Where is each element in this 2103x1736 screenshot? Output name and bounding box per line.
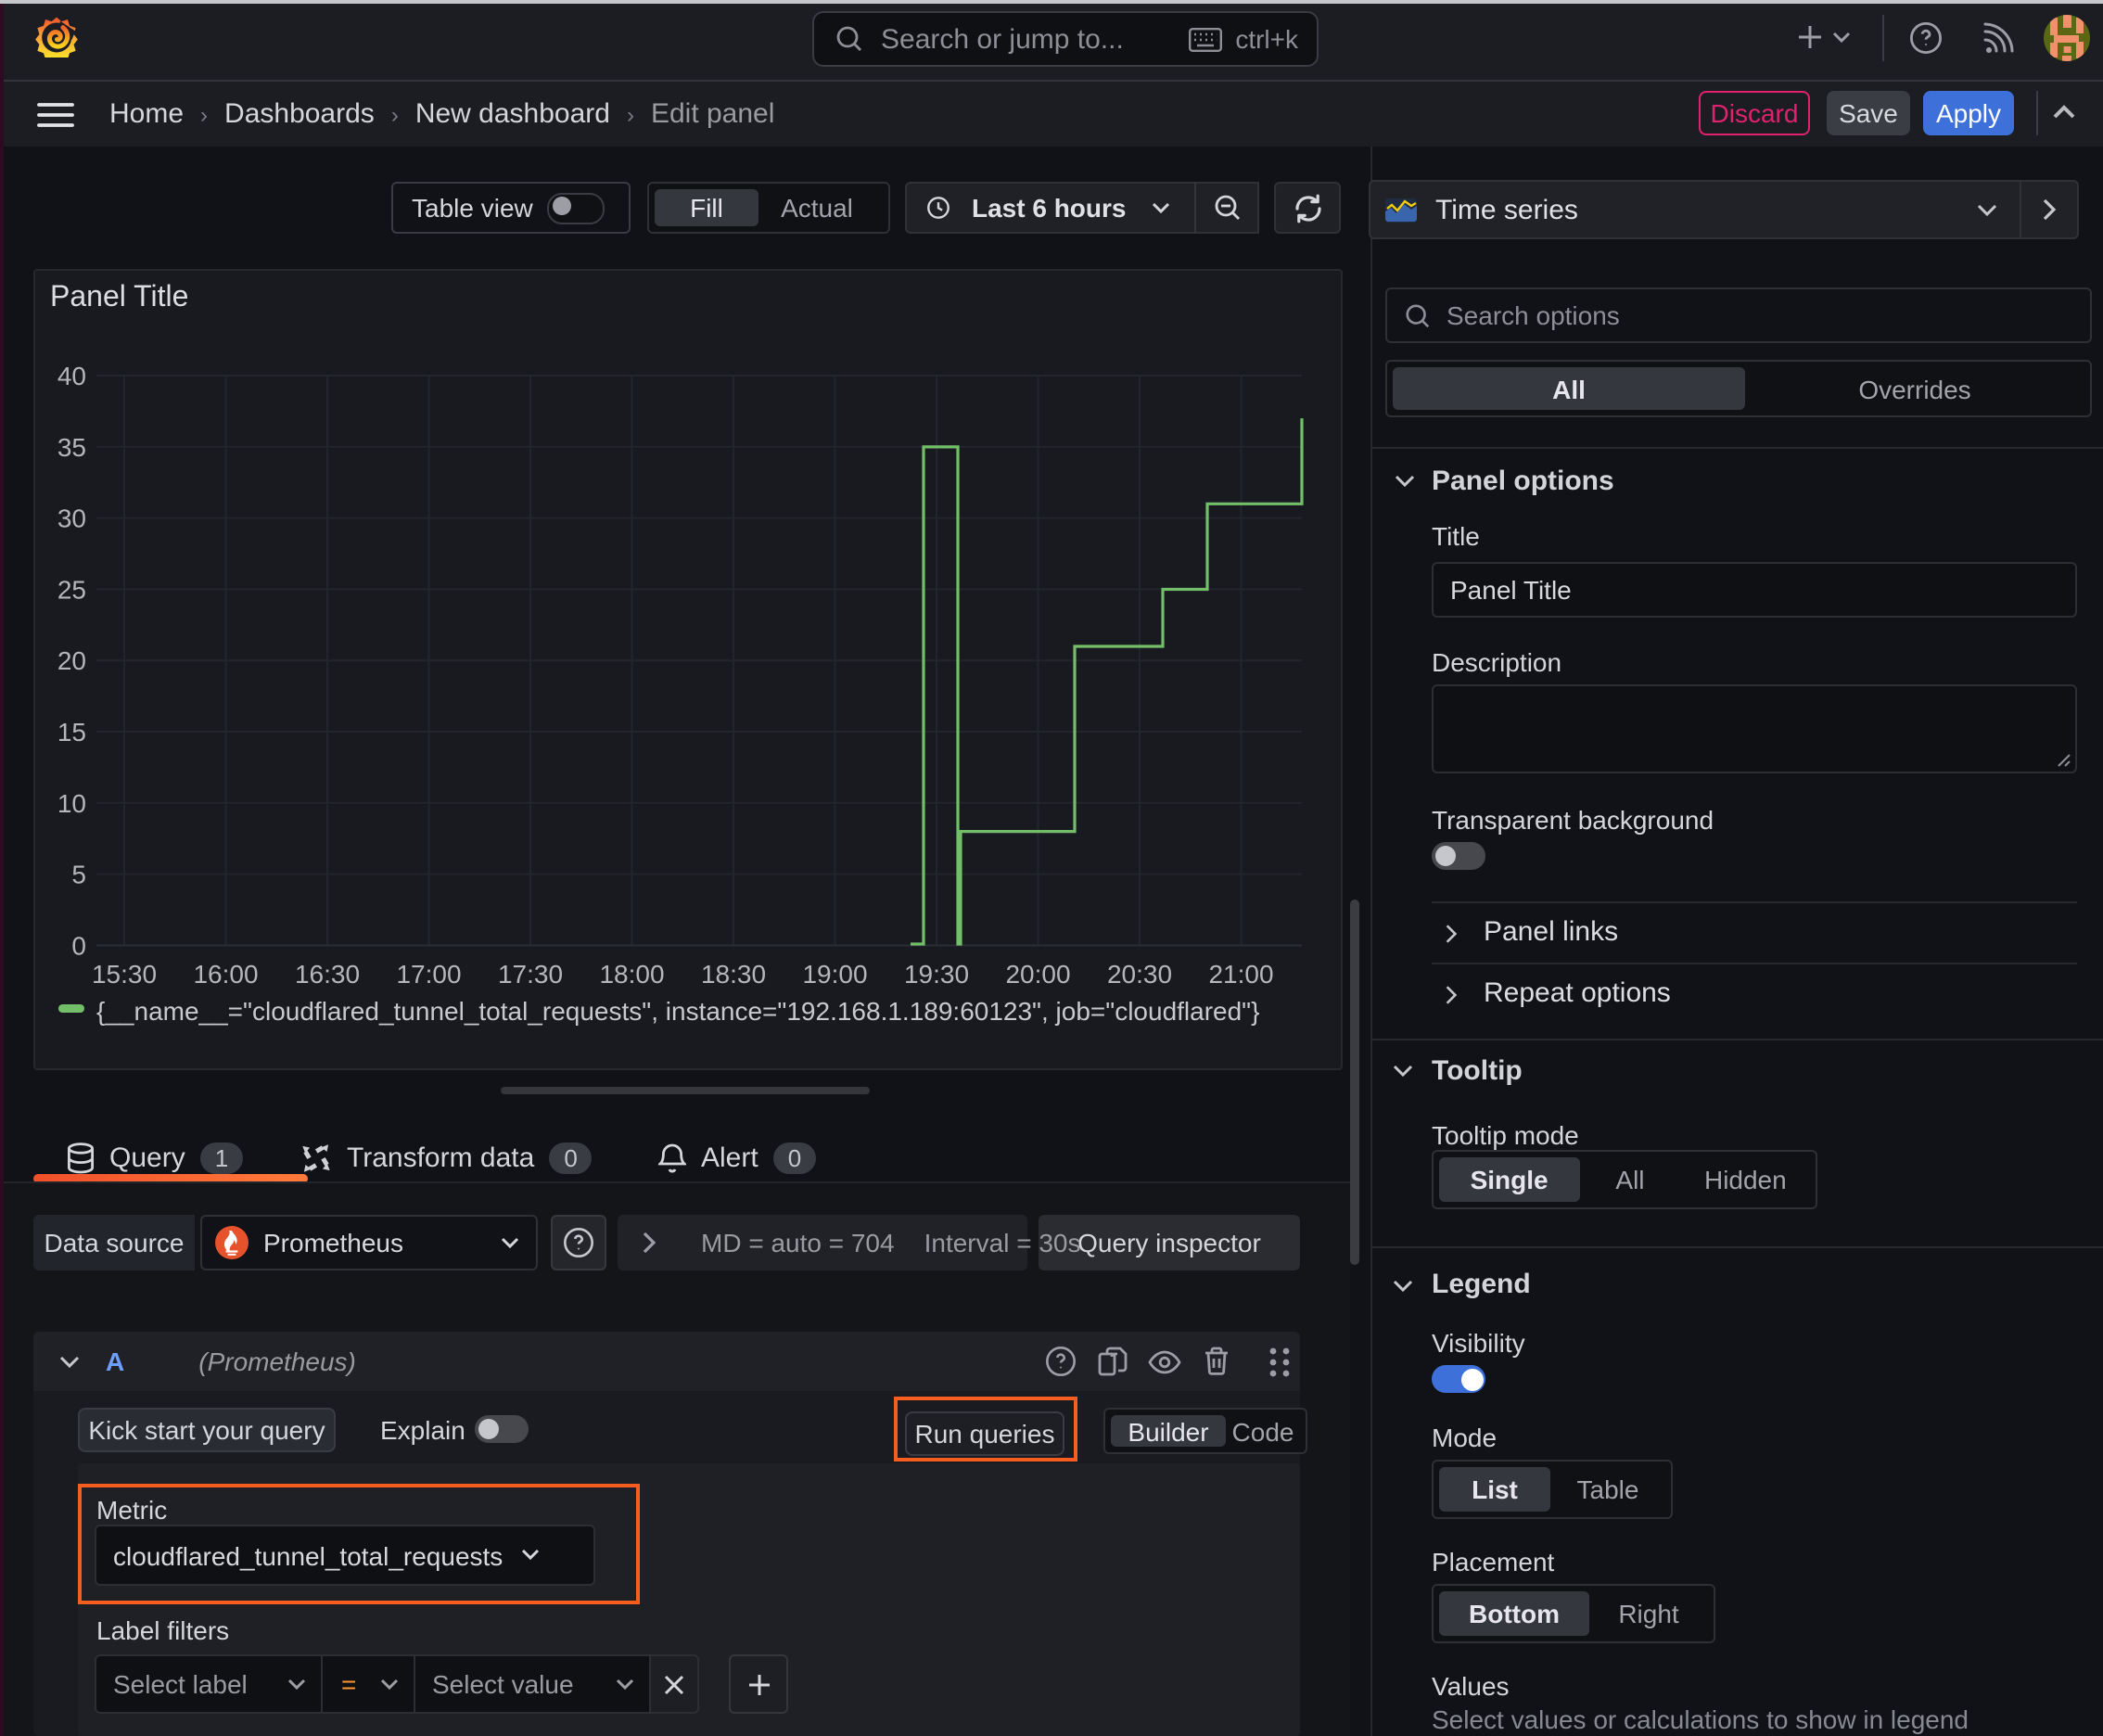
svg-text:19:00: 19:00 — [802, 960, 867, 989]
svg-text:20:30: 20:30 — [1107, 960, 1172, 989]
svg-text:20: 20 — [57, 646, 86, 675]
svg-text:30: 30 — [57, 504, 86, 533]
svg-text:19:30: 19:30 — [904, 960, 969, 989]
svg-text:17:30: 17:30 — [498, 960, 563, 989]
svg-text:5: 5 — [71, 861, 86, 889]
svg-text:15:30: 15:30 — [92, 960, 157, 989]
svg-text:25: 25 — [57, 575, 86, 604]
svg-text:17:00: 17:00 — [396, 960, 461, 989]
svg-text:15: 15 — [57, 718, 86, 747]
svg-text:21:00: 21:00 — [1208, 960, 1273, 989]
svg-text:16:30: 16:30 — [295, 960, 360, 989]
svg-text:35: 35 — [57, 433, 86, 462]
svg-text:40: 40 — [57, 362, 86, 390]
svg-text:0: 0 — [71, 932, 86, 961]
svg-text:16:00: 16:00 — [193, 960, 258, 989]
svg-text:18:30: 18:30 — [701, 960, 766, 989]
svg-text:10: 10 — [57, 789, 86, 818]
svg-text:18:00: 18:00 — [599, 960, 664, 989]
svg-text:{__name__="cloudflared_tunnel_: {__name__="cloudflared_tunnel_total_requ… — [96, 997, 1259, 1026]
svg-text:20:00: 20:00 — [1005, 960, 1070, 989]
